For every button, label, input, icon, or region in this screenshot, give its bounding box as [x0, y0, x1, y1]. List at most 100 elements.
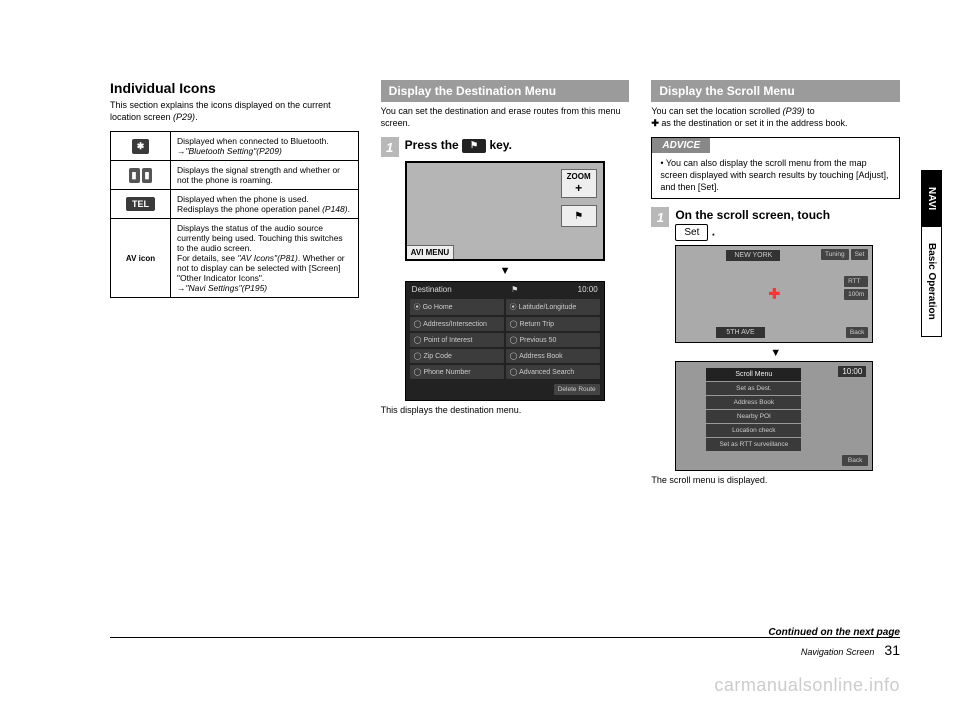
dest-title: Destination [412, 285, 452, 294]
tel-icon: TEL [126, 197, 155, 211]
heading-individual-icons: Individual Icons [110, 80, 359, 96]
clock: 10:00 [578, 285, 598, 294]
step-text: On the scroll screen, touch Set . [675, 207, 900, 241]
desc-a: Displayed when connected to Bluetooth. [177, 136, 329, 146]
item-phone[interactable]: ◯ Phone Number [410, 365, 504, 379]
desc-b: Redisplays the phone operation panel [177, 204, 322, 214]
a: On the scroll screen, touch [675, 208, 830, 222]
dest-header: Destination ⚑ 10:00 [406, 282, 604, 297]
item-location-check[interactable]: Location check [706, 424, 801, 437]
zoom-button[interactable]: ZOOM+ [561, 169, 597, 198]
columns: Individual Icons This section explains t… [110, 80, 900, 487]
dest-grid: ⦿ Go Home ⦿ Latitude/Longitude ◯ Address… [406, 297, 604, 381]
zoom-label: ZOOM [567, 172, 591, 181]
location-label: NEW YORK [726, 250, 780, 261]
item-prev50[interactable]: ◯ Previous 50 [506, 333, 600, 347]
item-nearby-poi[interactable]: Nearby POI [706, 410, 801, 423]
item-go-home[interactable]: ⦿ Go Home [410, 299, 504, 315]
item-rtt-surv[interactable]: Set as RTT surveillance [706, 438, 801, 451]
cell-desc: Displays the status of the audio source … [171, 219, 359, 298]
desc-a: Displays the status of the audio source … [177, 223, 343, 253]
intro-b: . [195, 112, 198, 122]
caption: This displays the destination menu. [381, 405, 630, 417]
desc-q2: "Navi Settings"(P195) [186, 283, 268, 293]
section-bar: Display the Scroll Menu [651, 80, 900, 102]
back-button[interactable]: Back [842, 455, 868, 466]
intro: You can set the destination and erase ro… [381, 106, 630, 129]
section-bar: Display the Destination Menu [381, 80, 630, 102]
step-number: 1 [381, 137, 399, 157]
rtt-button[interactable]: RTT [844, 276, 868, 287]
cell-desc: Displayed when connected to Bluetooth. →… [171, 132, 359, 161]
arrow: → [177, 283, 186, 293]
t-b: key. [486, 138, 512, 152]
cross-icon: ✚ [651, 118, 659, 128]
c: as the destination or set it in the addr… [659, 118, 848, 128]
intro: You can set the location scrolled (P39) … [651, 106, 900, 129]
desc-a: Displayed when the phone is used. [177, 194, 309, 204]
down-arrow-icon: ▼ [651, 347, 900, 359]
item-return[interactable]: ◯ Return Trip [506, 317, 600, 331]
footer: Navigation Screen 31 [110, 637, 900, 658]
side-btns: RTT 100m [844, 276, 868, 300]
flag-icon: ⚑ [511, 285, 518, 294]
caption: The scroll menu is displayed. [651, 475, 900, 487]
down-arrow-icon: ▼ [381, 265, 630, 277]
street-label: 5TH AVE [716, 327, 764, 338]
t-a: Press the [405, 138, 462, 152]
ref: (P39) [783, 106, 805, 116]
cell-desc: Displayed when the phone is used. Redisp… [171, 190, 359, 219]
bluetooth-icon: ✱ [132, 139, 150, 154]
intro-text: This section explains the icons displaye… [110, 100, 359, 123]
tab-basic-operation[interactable]: Basic Operation [921, 226, 942, 337]
screenshot-map: ZOOM+ ⚑ AVI MENU [405, 161, 605, 261]
page: Individual Icons This section explains t… [0, 0, 960, 708]
tab-navi[interactable]: NAVI [921, 170, 942, 227]
tuning-button[interactable]: Tuning [821, 249, 849, 260]
set-button[interactable]: Set [851, 249, 869, 260]
back-button[interactable]: Back [846, 327, 868, 338]
avi-menu-button[interactable]: AVI MENU [407, 245, 455, 259]
desc-b: For details, see [177, 253, 237, 263]
step-1: 1 Press the ⚑ key. [381, 137, 630, 157]
page-number: 31 [884, 642, 900, 658]
desc-q: "AV Icons"(P81) [237, 253, 297, 263]
advice-head: ADVICE [652, 138, 710, 153]
a: You can set the location scrolled [651, 106, 782, 116]
item-address[interactable]: ◯ Address/Intersection [410, 317, 504, 331]
signal-icon: ▮ [142, 168, 153, 183]
col-scroll-menu: Display the Scroll Menu You can set the … [651, 80, 900, 487]
advice-body: You can also display the scroll menu fro… [652, 153, 899, 198]
crosshair-icon: ✚ [768, 286, 780, 303]
flag-button[interactable]: ⚑ [561, 205, 597, 227]
step-1: 1 On the scroll screen, touch Set . [651, 207, 900, 241]
screenshot-scroll-menu: 10:00 Scroll Menu Set as Dest. Address B… [675, 361, 873, 471]
item-addrbook[interactable]: Address Book [706, 396, 801, 409]
table-row: ▮▮ Displays the signal strength and whet… [111, 161, 359, 190]
set-button-chip: Set [675, 224, 708, 241]
item-set-dest[interactable]: Set as Dest. [706, 382, 801, 395]
clock: 10:00 [838, 366, 866, 377]
item-poi[interactable]: ◯ Point of Interest [410, 333, 504, 347]
cell-desc: Displays the signal strength and whether… [171, 161, 359, 190]
advice-box: ADVICE You can also display the scroll m… [651, 137, 900, 199]
item-latlon[interactable]: ⦿ Latitude/Longitude [506, 299, 600, 315]
plus-icon: + [575, 181, 582, 195]
dest-bottom: Delete Route [406, 381, 604, 397]
icon-table: ✱ Displayed when connected to Bluetooth.… [110, 131, 359, 298]
b: . [708, 225, 715, 239]
item-zip[interactable]: ◯ Zip Code [410, 349, 504, 363]
step-number: 1 [651, 207, 669, 227]
cell-icon: AV icon [111, 219, 171, 298]
delete-route-button[interactable]: Delete Route [554, 384, 600, 395]
col-individual-icons: Individual Icons This section explains t… [110, 80, 359, 487]
desc-ref: (P148) [322, 204, 348, 214]
table-row: AV icon Displays the status of the audio… [111, 219, 359, 298]
item-addrbook[interactable]: ◯ Address Book [506, 349, 600, 363]
top-btns: Tuning Set [821, 249, 868, 260]
item-advsearch[interactable]: ◯ Advanced Search [506, 365, 600, 379]
section-name: Navigation Screen [801, 647, 875, 657]
table-row: TEL Displayed when the phone is used. Re… [111, 190, 359, 219]
menu-head: Scroll Menu [706, 368, 801, 381]
scale-button[interactable]: 100m [844, 289, 868, 300]
